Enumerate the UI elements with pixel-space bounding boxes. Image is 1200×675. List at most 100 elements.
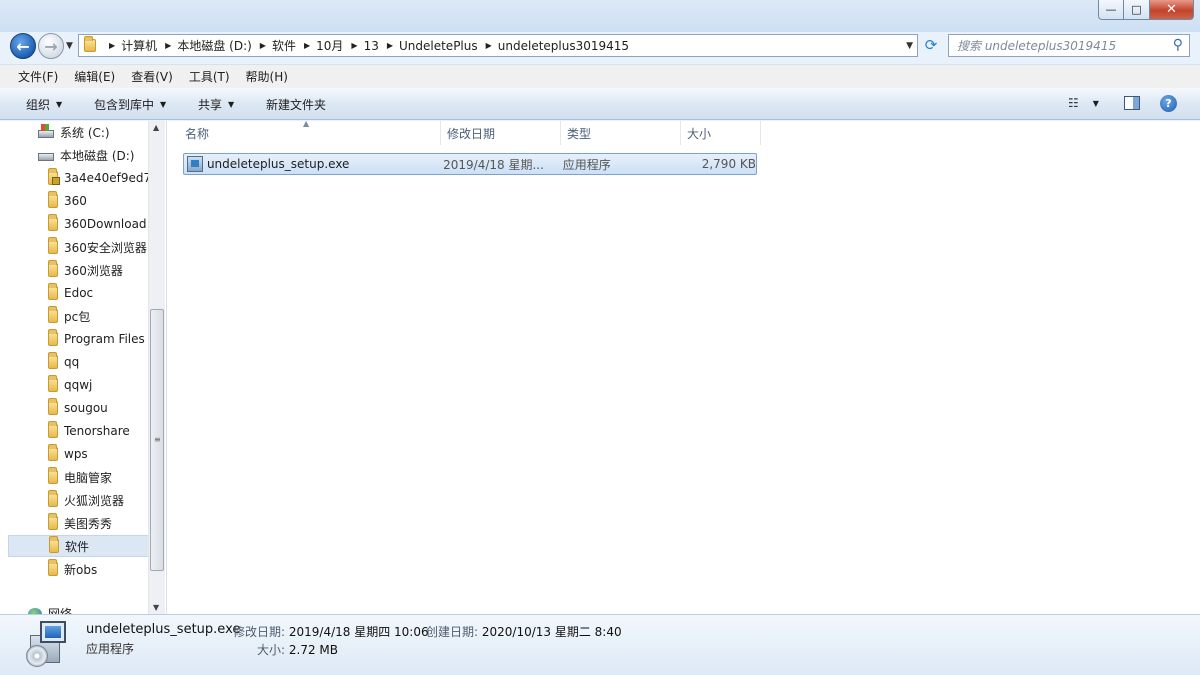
back-button[interactable]: ←: [10, 33, 36, 59]
details-file-name: undeleteplus_setup.exe: [86, 622, 241, 637]
column-modified-label: 修改日期: [447, 126, 496, 141]
folder-icon: [79, 35, 101, 56]
nav-folder-label: 360安全浏览器: [64, 240, 147, 255]
nav-drive-c[interactable]: 系统 (C:): [38, 121, 166, 143]
scroll-down-icon[interactable]: ▼: [153, 603, 159, 612]
folder-icon: [48, 398, 58, 415]
column-header-size[interactable]: 大小: [681, 121, 761, 145]
nav-folder-label: Tenorshare: [64, 424, 130, 438]
installer-icon: [187, 156, 203, 172]
folder-icon: [48, 214, 58, 231]
nav-folder-label: 3a4e40ef9ed7: [64, 171, 152, 185]
scroll-grip-icon: ≡: [154, 435, 161, 444]
change-view-button[interactable]: ☷ ▼: [1068, 96, 1099, 110]
new-folder-button[interactable]: 新建文件夹: [266, 96, 326, 113]
column-header-type[interactable]: 类型: [561, 121, 681, 145]
column-header-modified[interactable]: 修改日期: [441, 121, 561, 145]
chevron-down-icon: ▼: [160, 100, 167, 109]
nav-folder-label: 电脑管家: [64, 470, 113, 485]
nav-folder-label: qqwj: [64, 378, 93, 392]
chevron-down-icon: ▼: [56, 100, 63, 109]
column-type-label: 类型: [567, 126, 592, 141]
column-header-name[interactable]: ▲ 名称: [179, 119, 441, 145]
window-controls: — □ ✕: [1098, 0, 1194, 20]
organize-label: 组织: [26, 98, 51, 112]
organize-button[interactable]: 组织 ▼: [26, 96, 62, 113]
forward-button[interactable]: →: [38, 33, 64, 59]
refresh-icon[interactable]: ⟳: [920, 36, 942, 56]
scrollbar-thumb[interactable]: ≡: [150, 309, 164, 571]
navigation-pane: 系统 (C:) 本地磁盘 (D:) 3a4e40ef9ed7 360 360Down…: [0, 121, 166, 614]
nav-folder-item[interactable]: 软件: [8, 535, 156, 557]
nav-drive-d[interactable]: 本地磁盘 (D:): [38, 144, 166, 166]
folder-icon: [48, 559, 58, 576]
nav-scrollbar[interactable]: ▲ ≡ ▼: [148, 121, 165, 614]
nav-folder-label: 360Download: [64, 217, 147, 231]
command-bar: 组织 ▼ 包含到库中 ▼ 共享 ▼ 新建文件夹 ☷ ▼ ?: [0, 88, 1200, 120]
share-label: 共享: [198, 98, 223, 112]
folder-icon: [48, 467, 58, 484]
file-type: 应用程序: [562, 157, 611, 172]
drive-icon: [38, 153, 54, 161]
menu-view[interactable]: 查看(V): [123, 68, 181, 85]
help-icon[interactable]: ?: [1160, 95, 1177, 112]
breadcrumb-item-computer[interactable]: 计算机: [121, 37, 157, 54]
chevron-right-icon[interactable]: ▶: [351, 41, 357, 50]
breadcrumb-item-software[interactable]: 软件: [272, 37, 296, 54]
close-button[interactable]: ✕: [1150, 0, 1194, 20]
chevron-down-icon: ▼: [1092, 98, 1099, 108]
chevron-right-icon[interactable]: ▶: [165, 41, 171, 50]
menu-file[interactable]: 文件(F): [10, 68, 66, 85]
minimize-button[interactable]: —: [1098, 0, 1124, 20]
address-history-dropdown-icon[interactable]: ▼: [906, 41, 913, 51]
breadcrumb-item-13[interactable]: 13: [364, 39, 379, 53]
maximize-button[interactable]: □: [1124, 0, 1150, 20]
nav-drive-c-label: 系统 (C:): [60, 125, 110, 140]
file-size: 2,790 KB: [701, 157, 756, 171]
nav-folder-label: Edoc: [64, 286, 94, 300]
address-bar[interactable]: ▶ 计算机 ▶ 本地磁盘 (D:) ▶ 软件 ▶ 10月 ▶ 13 ▶ Unde…: [78, 34, 918, 57]
file-row[interactable]: undeleteplus_setup.exe 2019/4/18 星期... 应…: [183, 153, 757, 175]
nav-folder-label: 美图秀秀: [64, 516, 113, 531]
nav-network-label: 网络: [48, 607, 73, 614]
nav-folder-label: 火狐浏览器: [64, 493, 125, 508]
folder-icon: [48, 237, 58, 254]
search-input[interactable]: 搜索 undeleteplus3019415 ⚲: [948, 34, 1190, 57]
scroll-up-icon[interactable]: ▲: [153, 123, 159, 132]
nav-drive-d-label: 本地磁盘 (D:): [60, 148, 135, 163]
recent-pages-dropdown-icon[interactable]: ▼: [66, 41, 73, 51]
nav-folder-label: sougou: [64, 401, 108, 415]
file-name: undeleteplus_setup.exe: [206, 157, 350, 171]
chevron-right-icon[interactable]: ▶: [304, 41, 310, 50]
breadcrumb-item-undeleteplus[interactable]: UndeletePlus: [399, 39, 478, 53]
breadcrumb-item-current[interactable]: undeleteplus3019415: [498, 39, 629, 53]
menu-help[interactable]: 帮助(H): [238, 68, 296, 85]
details-modified-value: 2019/4/18 星期四 10:06: [288, 625, 429, 639]
chevron-right-icon[interactable]: ▶: [387, 41, 393, 50]
chevron-right-icon[interactable]: ▶: [260, 41, 266, 50]
menu-tools[interactable]: 工具(T): [181, 68, 238, 85]
breadcrumb-item-drive-d[interactable]: 本地磁盘 (D:): [177, 37, 251, 54]
folder-icon: [48, 283, 58, 300]
details-size-value: 2.72 MB: [288, 643, 338, 657]
details-size: 大小: 2.72 MB: [257, 641, 338, 658]
include-in-library-label: 包含到库中: [94, 98, 155, 112]
details-modified: 修改日期: 2019/4/18 星期四 10:06: [233, 623, 429, 640]
column-size-label: 大小: [687, 126, 712, 141]
chevron-right-icon[interactable]: ▶: [109, 41, 115, 50]
sort-up-icon: ▲: [303, 119, 310, 128]
folder-icon: [48, 306, 58, 323]
include-in-library-button[interactable]: 包含到库中 ▼: [94, 96, 166, 113]
nav-network[interactable]: 网络: [28, 605, 72, 614]
details-created-label: 创建日期:: [426, 625, 479, 639]
breadcrumb-item-october[interactable]: 10月: [316, 37, 343, 54]
folder-icon: [48, 260, 58, 277]
menu-edit[interactable]: 编辑(E): [66, 68, 123, 85]
share-button[interactable]: 共享 ▼: [198, 96, 234, 113]
preview-pane-icon[interactable]: [1124, 96, 1140, 110]
folder-icon: [48, 490, 58, 507]
chevron-right-icon[interactable]: ▶: [486, 41, 492, 50]
search-icon[interactable]: ⚲: [1173, 37, 1183, 53]
nav-folder-label: 新obs: [64, 562, 98, 577]
new-folder-label: 新建文件夹: [266, 98, 327, 112]
